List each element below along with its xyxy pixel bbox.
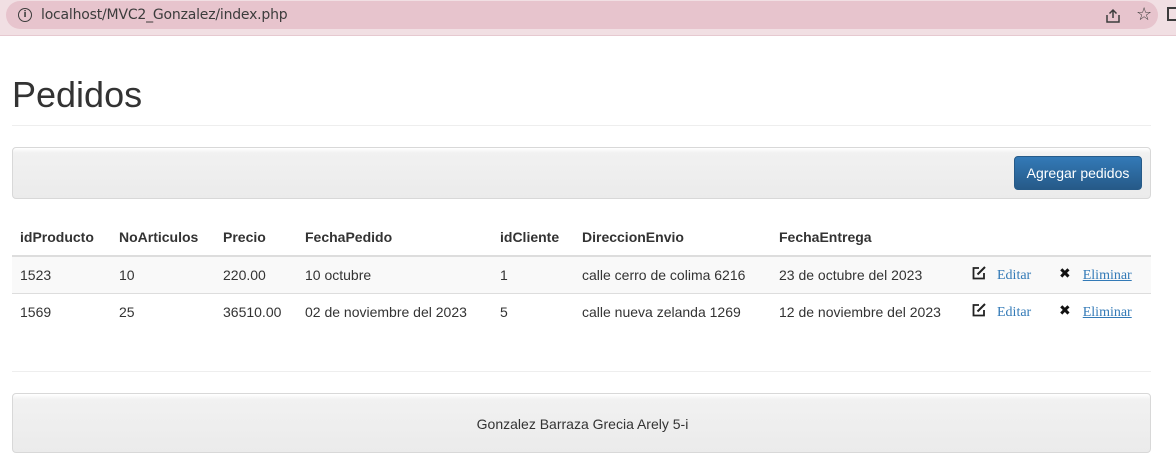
header-idproducto: idProducto (12, 218, 111, 257)
share-icon[interactable] (1104, 7, 1122, 25)
delete-x-icon[interactable]: ✖ (1059, 266, 1071, 282)
cell-fechapedido: 10 octubre (297, 255, 492, 293)
cell-idcliente: 1 (492, 255, 574, 293)
cell-noarticulos: 25 (111, 292, 215, 330)
cell-delete: ✖ Eliminar (1051, 255, 1151, 293)
cell-idcliente: 5 (492, 292, 574, 330)
edit-link[interactable]: Editar (997, 305, 1031, 320)
edit-icon[interactable] (971, 265, 987, 281)
delete-link[interactable]: Eliminar (1083, 268, 1132, 283)
header-precio: Precio (215, 218, 297, 257)
cell-edit: Editar (963, 255, 1051, 293)
delete-link[interactable]: Eliminar (1083, 305, 1132, 320)
url-field[interactable]: i localhost/MVC2_Gonzalez/index.php ☆ (6, 1, 1158, 29)
delete-x-icon[interactable]: ✖ (1059, 303, 1071, 319)
add-order-button[interactable]: Agregar pedidos (1014, 156, 1142, 190)
browser-address-bar: i localhost/MVC2_Gonzalez/index.php ☆ (0, 0, 1176, 36)
header-fechaentrega: FechaEntrega (771, 218, 963, 257)
header-edit (963, 218, 1051, 257)
cell-idproducto: 1523 (12, 255, 111, 293)
cell-edit: Editar (963, 292, 1051, 330)
footer: Gonzalez Barraza Grecia Arely 5-i (12, 393, 1151, 453)
table-row: 1569 25 36510.00 02 de noviembre del 202… (12, 292, 1151, 330)
extension-icon[interactable] (1167, 7, 1176, 21)
cell-delete: ✖ Eliminar (1051, 292, 1151, 330)
cell-noarticulos: 10 (111, 255, 215, 293)
cell-idproducto: 1569 (12, 292, 111, 330)
header-delete (1051, 218, 1151, 257)
table-header-row: idProducto NoArticulos Precio FechaPedid… (12, 218, 1151, 257)
cell-direccionenvio: calle nueva zelanda 1269 (574, 292, 771, 330)
table-row: 1523 10 220.00 10 octubre 1 calle cerro … (12, 255, 1151, 293)
cell-direccionenvio: calle cerro de colima 6216 (574, 255, 771, 293)
header-noarticulos: NoArticulos (111, 218, 215, 257)
orders-table: idProducto NoArticulos Precio FechaPedid… (12, 218, 1151, 330)
header-direccionenvio: DireccionEnvio (574, 218, 771, 257)
header-fechapedido: FechaPedido (297, 218, 492, 257)
cell-fechaentrega: 12 de noviembre del 2023 (771, 292, 963, 330)
edit-icon[interactable] (971, 302, 987, 318)
url-text[interactable]: localhost/MVC2_Gonzalez/index.php (41, 7, 288, 23)
actions-toolbar: Agregar pedidos (12, 147, 1151, 199)
title-divider (12, 125, 1151, 126)
footer-credit: Gonzalez Barraza Grecia Arely 5-i (476, 416, 689, 432)
header-idcliente: idCliente (492, 218, 574, 257)
page-title: Pedidos (12, 74, 143, 115)
info-icon[interactable]: i (18, 8, 32, 22)
cell-precio: 220.00 (215, 255, 297, 293)
cell-fechapedido: 02 de noviembre del 2023 (297, 292, 492, 330)
cell-fechaentrega: 23 de octubre del 2023 (771, 255, 963, 293)
edit-link[interactable]: Editar (997, 268, 1031, 283)
cell-precio: 36510.00 (215, 292, 297, 330)
bookmark-star-icon[interactable]: ☆ (1136, 4, 1152, 25)
footer-divider (12, 371, 1151, 372)
